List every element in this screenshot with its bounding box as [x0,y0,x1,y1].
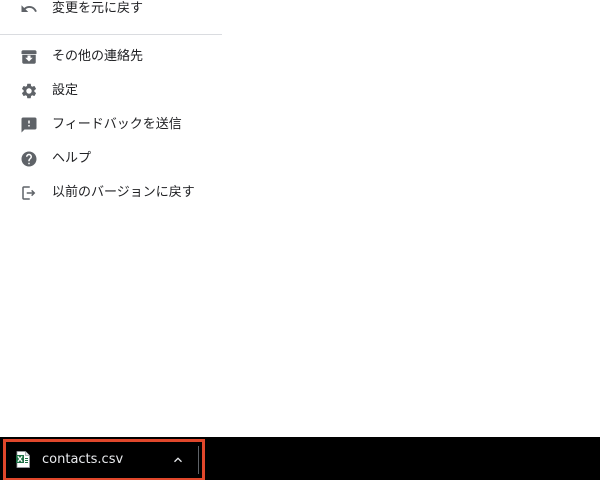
download-bar: contacts.csv [0,437,600,480]
menu-item-label: フィードバックを送信 [52,117,182,132]
menu-item-other-contacts[interactable]: その他の連絡先 [0,42,222,72]
menu-item-help[interactable]: ヘルプ [0,144,222,174]
menu-item-label: 以前のバージョンに戻す [52,185,195,200]
menu-item-send-feedback[interactable]: フィードバックを送信 [0,110,222,140]
menu-item-settings[interactable]: 設定 [0,76,222,106]
menu-item-undo[interactable]: 変更を元に戻す [0,0,222,24]
download-item-separator [198,446,199,474]
download-file-name: contacts.csv [42,452,124,467]
excel-file-icon [16,451,30,468]
help-icon [20,150,38,168]
feedback-icon [20,116,38,134]
menu-item-revert-version[interactable]: 以前のバージョンに戻す [0,178,222,208]
archive-icon [20,48,38,66]
menu-item-label: 変更を元に戻す [52,1,144,16]
menu-item-label: その他の連絡先 [52,49,144,64]
menu-item-label: 設定 [52,83,79,98]
gear-icon [20,82,38,100]
exit-icon [20,184,38,202]
download-item-contacts[interactable]: contacts.csv [3,439,205,480]
menu-item-label: ヘルプ [52,151,92,166]
menu-divider [0,34,222,35]
page: 変更を元に戻す その他の連絡先 設定 フィードバックを送信 ヘルプ 以前のバージ… [0,0,600,480]
undo-icon [20,0,38,18]
chevron-up-icon[interactable] [168,450,188,470]
